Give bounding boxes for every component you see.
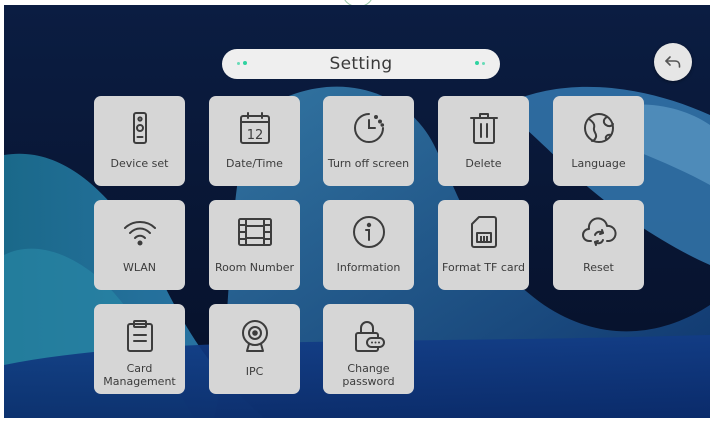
tile-ipc[interactable]: IPC — [209, 304, 300, 394]
tile-label: Format TF card — [442, 261, 525, 274]
screen-frame: Setting Device set 12 Date/Time Turn off… — [4, 5, 710, 418]
tile-turn-off-screen[interactable]: Turn off screen — [323, 96, 414, 186]
title-dots-left — [237, 61, 247, 65]
film-strip-icon — [237, 214, 273, 250]
tile-label-line-2: password — [342, 375, 395, 388]
tile-change-password[interactable]: Change password — [323, 304, 414, 394]
tile-wlan[interactable]: WLAN — [94, 200, 185, 290]
tile-reset[interactable]: Reset — [553, 200, 644, 290]
tile-label: Date/Time — [226, 157, 283, 170]
tile-date-time[interactable]: 12 Date/Time — [209, 96, 300, 186]
timer-icon — [351, 110, 387, 146]
intercom-device-icon — [122, 110, 158, 146]
tile-label: Room Number — [214, 261, 294, 274]
clipboard-icon — [122, 318, 158, 354]
info-icon — [351, 214, 387, 250]
title-bar: Setting — [222, 49, 500, 79]
page-title: Setting — [329, 54, 393, 74]
webcam-icon — [237, 318, 273, 354]
tile-room-number[interactable]: Room Number — [209, 200, 300, 290]
tile-card-management[interactable]: Card Management — [94, 304, 185, 394]
tile-label: Delete — [465, 157, 502, 170]
back-button[interactable] — [654, 43, 692, 81]
wifi-icon — [122, 214, 158, 250]
tile-label: Device set — [110, 157, 169, 170]
tile-label: Turn off screen — [327, 157, 410, 170]
trash-icon — [466, 110, 502, 146]
svg-text:12: 12 — [246, 128, 263, 143]
tile-device-set[interactable]: Device set — [94, 96, 185, 186]
tile-language[interactable]: Language — [553, 96, 644, 186]
tile-label: IPC — [245, 365, 264, 378]
tile-label: Language — [571, 157, 626, 170]
tile-label: Reset — [583, 261, 614, 274]
globe-icon — [581, 110, 617, 146]
title-dots-right — [475, 61, 485, 65]
cloud-sync-icon — [581, 214, 617, 250]
tile-label: Information — [336, 261, 401, 274]
tile-label-line-1: Card — [126, 362, 153, 375]
tile-label: WLAN — [122, 261, 156, 274]
tile-information[interactable]: Information — [323, 200, 414, 290]
tile-label-line-2: Management — [103, 375, 176, 388]
tile-label: Change password — [342, 362, 394, 388]
back-arrow-icon — [665, 56, 681, 68]
calendar-icon: 12 — [237, 110, 273, 146]
tile-label: Card Management — [103, 362, 175, 388]
sd-card-icon — [466, 214, 502, 250]
lock-icon — [351, 318, 387, 354]
tile-delete[interactable]: Delete — [438, 96, 529, 186]
tile-label-line-1: Change — [347, 362, 390, 375]
tile-format-tf-card[interactable]: Format TF card — [438, 200, 529, 290]
